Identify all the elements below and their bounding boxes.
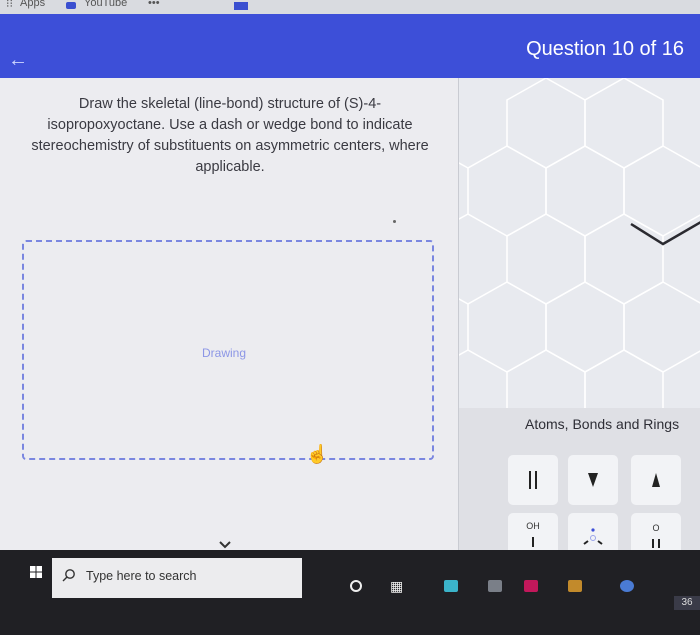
question-counter: Question 10 of 16 [526, 38, 684, 60]
taskbar-clock[interactable]: 36 [674, 596, 700, 610]
search-icon [62, 569, 75, 582]
windows-start-icon[interactable] [30, 566, 42, 578]
question-prompt: Draw the skeletal (line-bond) structure … [31, 96, 429, 175]
bookmark-youtube[interactable]: YouTube [84, 0, 127, 9]
hand-cursor-icon: ☝ [306, 444, 329, 464]
hexagon-grid [459, 78, 700, 408]
double-bond-icon [529, 471, 537, 489]
drawing-canvas[interactable] [458, 78, 700, 408]
stray-dot [393, 220, 396, 223]
bookmark-more[interactable]: ••• [148, 0, 160, 9]
wedge-up-icon [652, 473, 660, 487]
bookmark-bar: ⁝⁝ Apps YouTube ••• [0, 0, 700, 14]
tool-palette-title: Atoms, Bonds and Rings [525, 416, 680, 432]
taskbar-search-box[interactable]: Type here to search [52, 558, 302, 598]
wedge-down-icon [588, 473, 598, 487]
apps-grid-icon[interactable]: ⁝⁝ [6, 0, 13, 10]
wedge-up-button[interactable] [631, 455, 681, 505]
file-explorer-icon[interactable] [444, 580, 458, 592]
windows-taskbar: Type here to search ▦ 36 [0, 550, 700, 635]
task-view-icon[interactable]: ▦ [390, 578, 403, 595]
chrome-icon[interactable] [620, 580, 634, 592]
onenote-icon[interactable] [524, 580, 538, 592]
question-header: ← Question 10 of 16 [0, 14, 700, 78]
bookmark-favicon[interactable] [234, 2, 248, 10]
double-bond-button[interactable] [508, 455, 558, 505]
search-placeholder: Type here to search [86, 569, 197, 583]
bookmark-apps[interactable]: Apps [20, 0, 45, 9]
app-icon[interactable] [488, 580, 502, 592]
question-panel: Draw the skeletal (line-bond) structure … [0, 78, 458, 550]
wedge-down-button[interactable] [568, 455, 618, 505]
cortana-icon[interactable] [350, 580, 362, 592]
youtube-icon[interactable] [66, 2, 76, 9]
drawing-area[interactable]: Drawing [22, 240, 434, 460]
screen: ⁝⁝ Apps YouTube ••• ← Question 10 of 16 … [0, 0, 700, 635]
drawing-label: Drawing [201, 346, 246, 360]
drawn-bond [630, 221, 700, 246]
back-arrow-icon[interactable]: ← [6, 48, 30, 72]
word-icon[interactable] [568, 580, 582, 592]
tool-palette: Atoms, Bonds and Rings OH O [458, 408, 700, 563]
